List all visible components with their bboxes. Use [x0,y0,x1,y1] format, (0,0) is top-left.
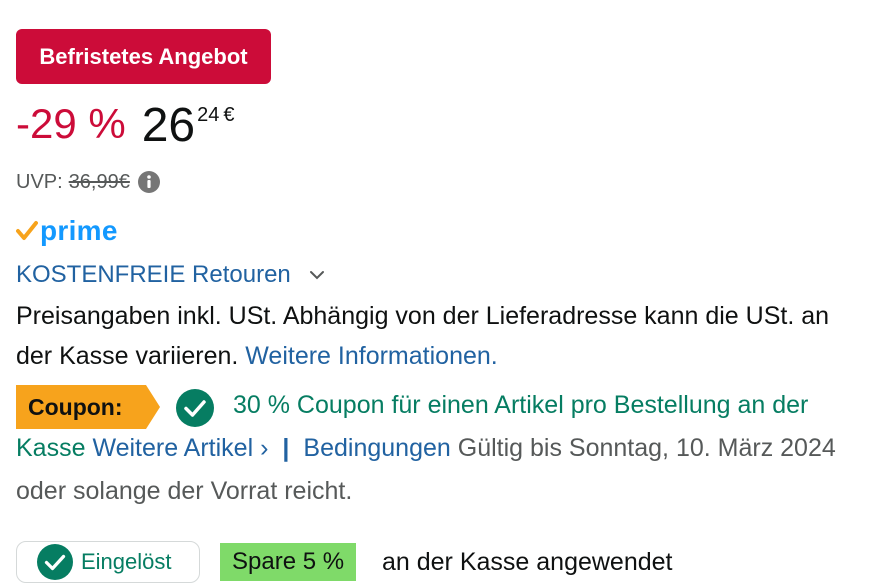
chevron-down-icon[interactable] [309,269,325,281]
discount-percentage: -29 % [16,100,126,147]
more-info-link[interactable]: Weitere Informationen. [245,342,497,370]
free-returns-link[interactable]: KOSTENFREIE Retouren [16,261,291,289]
prime-check-icon [16,221,38,240]
price-currency: € [223,104,235,126]
list-price-row: UVP: 36,99€ [16,168,160,196]
savings-applied-text: an der Kasse angewendet [382,548,673,576]
prime-logo: prime [16,214,118,248]
checkmark-icon [37,544,73,580]
price-row: -29 % 26 24 € [16,98,234,158]
list-price-label: UVP: [16,170,63,193]
savings-badge: Spare 5 % [220,543,357,581]
redeemed-status: Eingelöst [16,541,200,583]
vat-notice: Preisangaben inkl. USt. Abhängig von der… [16,296,866,376]
price-fraction: 24 [197,104,220,126]
free-returns[interactable]: KOSTENFREIE Retouren [16,258,325,292]
info-icon[interactable] [137,171,160,193]
separator: | [282,434,290,462]
list-price-value: 36,99€ [68,170,130,193]
limited-deal-badge: Befristetes Angebot [16,29,271,84]
terms-link[interactable]: Bedingungen [303,434,450,462]
prime-label: prime [40,215,118,246]
price-whole: 26 [141,99,196,152]
coupon-details: 30 % Coupon für einen Artikel pro Bestel… [16,384,866,513]
more-items-link[interactable]: Weitere Artikel › [92,434,268,462]
redeemed-label: Eingelöst [81,549,172,574]
